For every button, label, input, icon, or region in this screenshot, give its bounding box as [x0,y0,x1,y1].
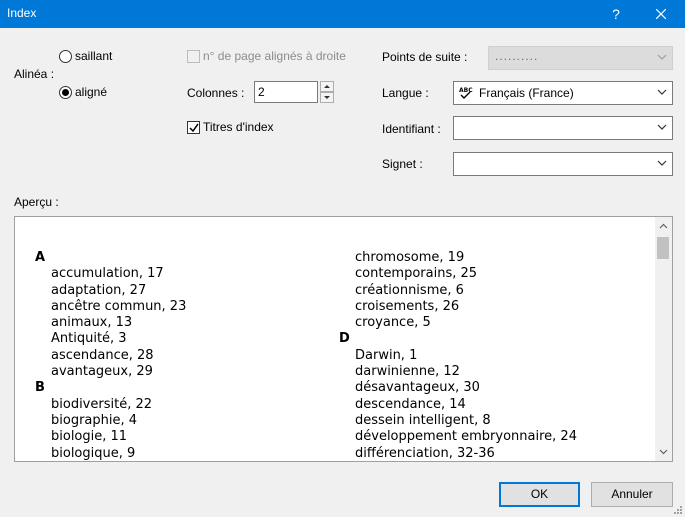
title-bar: Index ? [0,0,685,28]
index-entry: biologique, 9 [51,445,136,461]
index-entry: différenciation, 32-36 [355,445,495,461]
index-entry: dessein intelligent, 8 [355,412,491,428]
chevron-down-icon [657,89,667,95]
window-title: Index [7,6,37,20]
alinea-label: Alinéa : [14,67,55,81]
language-select[interactable]: ABC Français (France) [453,81,673,105]
language-label: Langue : [382,86,429,100]
index-entry: Darwin, 1 [355,347,418,363]
preview-right-column: chromosome, 19 contemporains, 25 créationn… [339,250,577,461]
index-entry: développement embryonnaire, 24 [355,429,577,445]
resize-grip-icon[interactable] [673,505,683,515]
index-entry: darwinienne, 12 [355,364,460,380]
radio-saillant[interactable] [59,50,72,63]
index-letter-heading: A [35,250,46,265]
index-entry: désavantageux, 30 [355,380,480,396]
chevron-down-icon [657,124,667,130]
scroll-down-icon[interactable] [659,447,668,456]
spellcheck-icon: ABC [459,87,473,99]
dot-leader-label: Points de suite : [382,50,468,64]
scrollbar-thumb[interactable] [657,237,669,259]
index-entry: descendance, 14 [355,396,466,412]
index-entry: ancêtre commun, 23 [51,298,187,314]
preview-pane: Aaccumulation, 17 adaptation, 27 ancêtre c… [14,216,673,462]
index-entry: biodiversité, 22 [51,396,153,412]
radio-aligne[interactable] [59,86,72,99]
index-entry: animaux, 13 [51,315,133,331]
svg-text:ABC: ABC [459,87,473,94]
bookmark-select[interactable] [453,152,673,176]
index-entry: biographie, 4 [51,412,138,428]
radio-aligne-label[interactable]: aligné [75,85,107,99]
page-numbers-right-checkbox[interactable] [187,50,200,63]
index-titles-label[interactable]: Titres d'index [203,120,274,134]
columns-spin-up[interactable] [320,81,334,92]
index-letter-heading: B [35,380,45,396]
dot-leader-value: .......... [495,49,539,63]
columns-spin-down[interactable] [320,92,334,103]
index-letter-heading: D [339,331,350,347]
index-entry: accumulation, 17 [51,266,164,282]
chevron-down-icon [657,160,667,166]
index-entry: adaptation, 27 [51,282,147,298]
close-button[interactable] [646,0,676,28]
radio-saillant-label[interactable]: saillant [75,49,112,63]
language-value: Français (France) [479,86,574,100]
index-entry: Antiquité, 3 [51,331,127,347]
index-entry: contemporains, 25 [355,266,478,282]
index-entry: créationnisme, 6 [355,282,464,298]
index-entry: croyance, 5 [355,315,431,331]
checkmark-icon [189,123,199,133]
index-titles-checkbox[interactable] [187,121,200,134]
preview-label: Aperçu : [14,195,59,209]
close-icon [656,9,666,19]
preview-left-column: Aaccumulation, 17 adaptation, 27 ancêtre c… [35,250,187,461]
identifier-label: Identifiant : [382,122,441,136]
columns-label: Colonnes : [187,86,245,100]
identifier-select[interactable] [453,116,673,140]
index-entry: ascendance, 28 [51,347,154,363]
index-entry: chromosome, 19 [355,250,465,265]
dot-leader-select[interactable]: .......... [488,46,673,70]
bookmark-label: Signet : [382,157,423,171]
help-button[interactable]: ? [604,0,628,28]
cancel-button[interactable]: Annuler [591,482,673,507]
index-entry: biologie, 11 [51,429,128,445]
columns-input[interactable] [254,81,318,103]
chevron-down-icon [657,54,667,60]
index-entry: avantageux, 29 [51,364,153,380]
preview-scrollbar[interactable] [655,217,672,461]
ok-button[interactable]: OK [499,482,580,507]
scroll-up-icon[interactable] [659,222,668,231]
index-entry: croisements, 26 [355,298,460,314]
page-numbers-right-label[interactable]: n° de page alignés à droite [203,49,346,63]
